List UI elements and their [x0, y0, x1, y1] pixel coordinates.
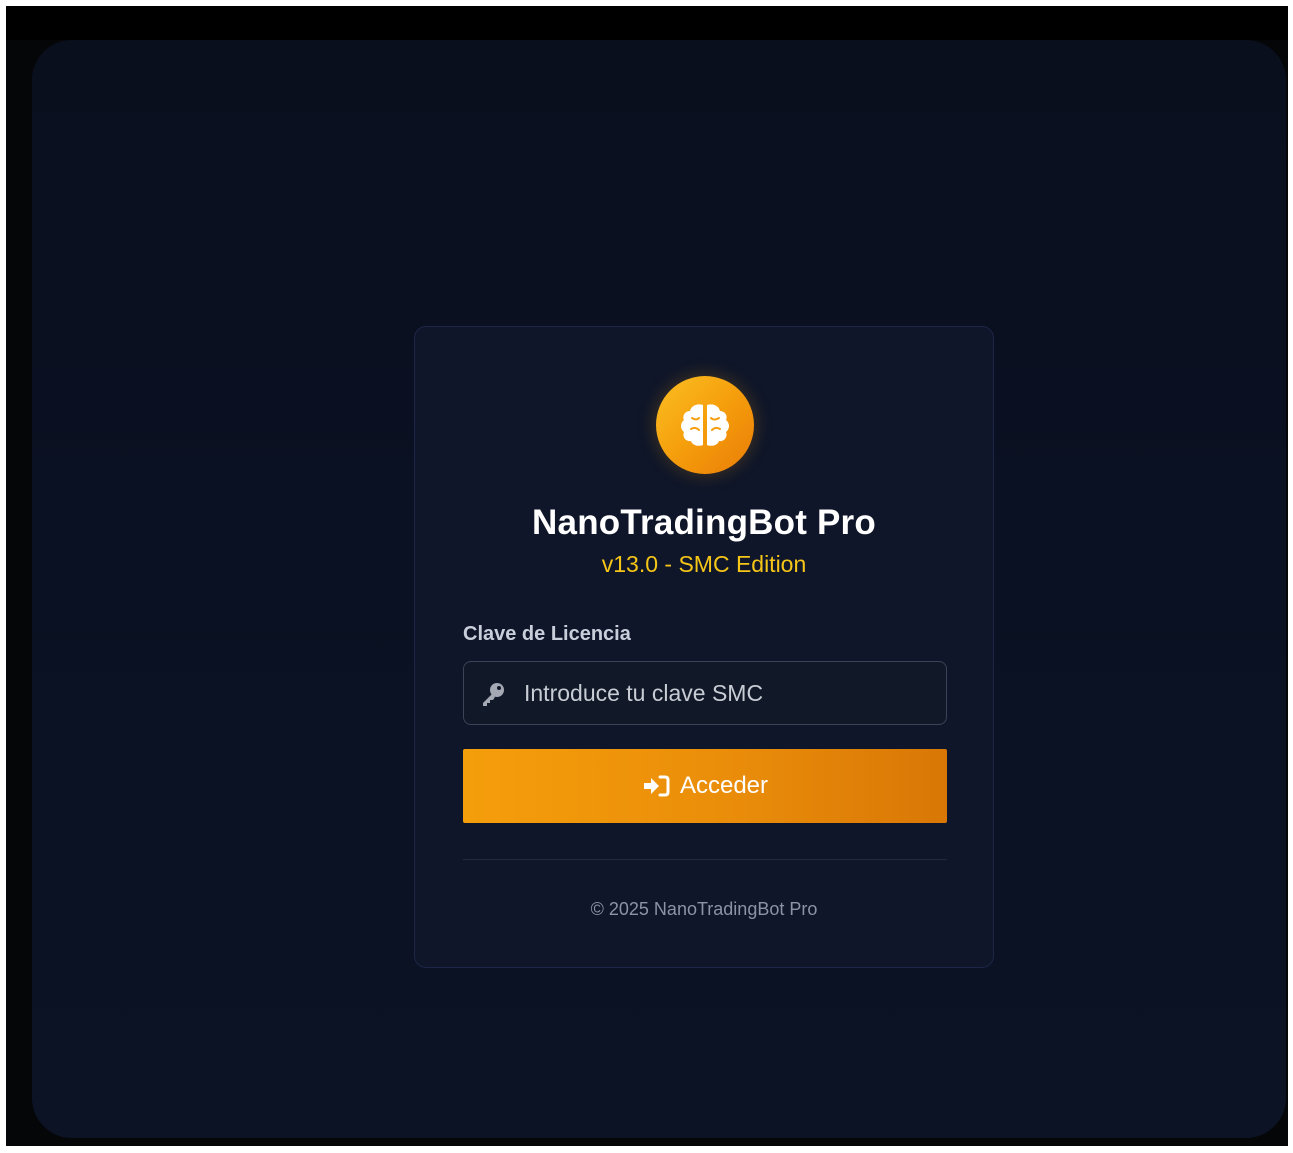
- brain-icon: [681, 404, 729, 446]
- key-icon: [483, 683, 504, 706]
- login-card: NanoTradingBot Pro v13.0 - SMC Edition C…: [414, 326, 994, 968]
- app-logo: [656, 376, 754, 474]
- divider: [463, 859, 947, 860]
- window-top-bar: [6, 6, 1288, 40]
- license-key-input[interactable]: [524, 662, 934, 724]
- app-version: v13.0 - SMC Edition: [601, 551, 807, 577]
- page-background: NanoTradingBot Pro v13.0 - SMC Edition C…: [32, 40, 1286, 1138]
- app-title: NanoTradingBot Pro: [532, 503, 876, 542]
- access-button-label: Acceder: [679, 772, 769, 799]
- license-key-field[interactable]: [463, 661, 947, 725]
- footer-copyright: © 2025 NanoTradingBot Pro: [590, 899, 818, 919]
- access-button[interactable]: Acceder: [463, 749, 947, 823]
- app-window: NanoTradingBot Pro v13.0 - SMC Edition C…: [6, 6, 1288, 1146]
- sign-in-icon: [643, 775, 670, 797]
- license-key-label: Clave de Licencia: [463, 623, 631, 645]
